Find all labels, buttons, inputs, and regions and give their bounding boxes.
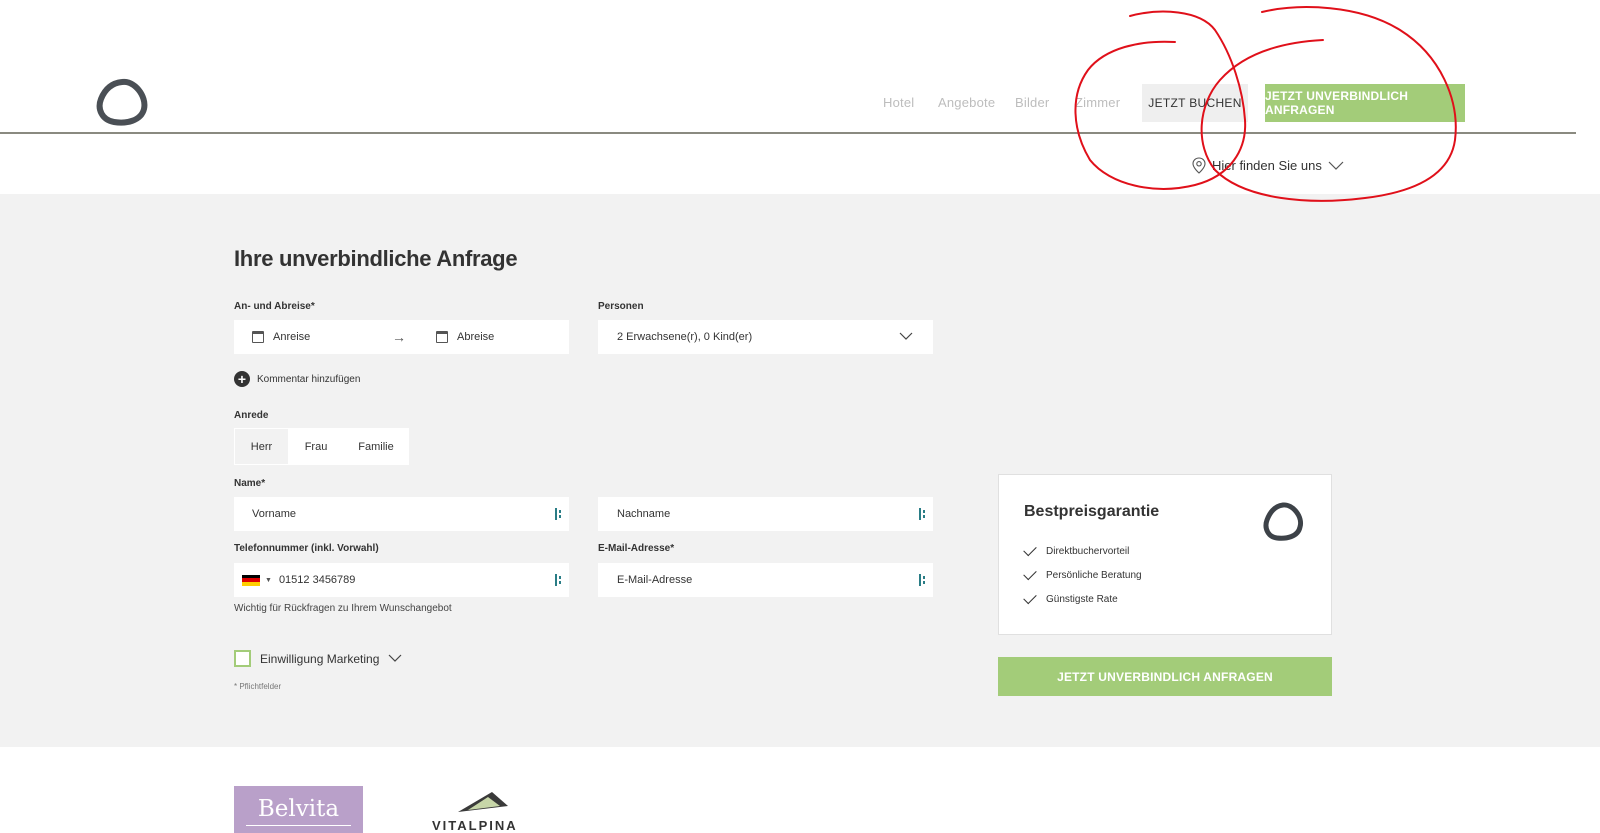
page-title: Ihre unverbindliche Anfrage <box>234 246 518 271</box>
lastname-input[interactable]: Nachname <box>617 508 670 520</box>
dates-label: An- und Abreise* <box>234 301 315 312</box>
best-price-item: Günstigste Rate <box>1046 593 1118 605</box>
add-comment-label: Kommentar hinzufügen <box>257 373 361 385</box>
check-icon <box>1023 566 1037 580</box>
list-item: Günstigste Rate <box>1023 587 1142 611</box>
consent-label: Einwilligung Marketing <box>260 651 380 666</box>
autofill-key-icon[interactable] <box>918 507 928 521</box>
vitalpina-logo-text: VITALPINA <box>432 818 518 833</box>
best-price-item: Direktbuchervorteil <box>1046 545 1130 557</box>
departure-label: Abreise <box>457 331 495 343</box>
autofill-key-icon[interactable] <box>554 507 564 521</box>
salutation-option-herr[interactable]: Herr <box>234 428 289 465</box>
submit-inquiry-button[interactable]: JETZT UNVERBINDLICH ANFRAGEN <box>998 657 1332 696</box>
name-label: Name* <box>234 478 266 489</box>
calendar-icon <box>252 331 264 343</box>
best-price-item: Persönliche Beratung <box>1046 569 1142 581</box>
firstname-input[interactable]: Vorname <box>252 508 296 520</box>
firstname-field[interactable]: Vorname <box>234 497 569 531</box>
arrival-input[interactable]: Anreise <box>273 331 310 343</box>
find-us-dropdown[interactable]: Hier finden Sie uns <box>1192 157 1344 174</box>
best-price-list: Direktbuchervorteil Persönliche Beratung… <box>1023 539 1142 611</box>
book-now-button[interactable]: JETZT BUCHEN <box>1142 84 1248 122</box>
nav-link-bilder[interactable]: Bilder <box>1015 95 1049 110</box>
inquiry-header-button[interactable]: JETZT UNVERBINDLICH ANFRAGEN <box>1265 84 1465 122</box>
hotel-logo-icon[interactable] <box>94 76 150 128</box>
consent-checkbox[interactable] <box>234 650 251 667</box>
check-icon <box>1023 542 1037 556</box>
autofill-key-icon[interactable] <box>918 573 928 587</box>
arrow-right-icon: → <box>392 329 406 345</box>
list-item: Persönliche Beratung <box>1023 563 1142 587</box>
date-range-field[interactable]: Anreise → Abreise <box>234 320 569 354</box>
hotel-logo-icon <box>1263 502 1304 541</box>
location-pin-icon <box>1192 157 1206 174</box>
marketing-consent[interactable]: Einwilligung Marketing <box>234 650 402 667</box>
check-icon <box>1023 590 1037 604</box>
phone-label: Telefonnummer (inkl. Vorwahl) <box>234 543 379 554</box>
calendar-icon <box>436 331 448 343</box>
chevron-down-icon <box>1328 161 1344 170</box>
belvita-logo-line <box>246 825 351 826</box>
best-price-box: Bestpreisgarantie Direktbuchervorteil Pe… <box>998 474 1332 635</box>
autofill-key-icon[interactable] <box>554 573 564 587</box>
nav-link-hotel[interactable]: Hotel <box>883 95 914 110</box>
list-item: Direktbuchervorteil <box>1023 539 1142 563</box>
chevron-down-icon <box>899 332 913 340</box>
required-fields-note: * Pflichtfelder <box>234 682 282 691</box>
salutation-option-familie[interactable]: Familie <box>343 428 409 465</box>
nav-link-zimmer[interactable]: Zimmer <box>1075 95 1120 110</box>
email-field[interactable]: E-Mail-Adresse <box>598 563 933 597</box>
persons-select[interactable]: 2 Erwachsene(r), 0 Kind(er) <box>598 320 933 354</box>
salutation-label: Anrede <box>234 410 269 421</box>
country-dropdown-icon[interactable]: ▼ <box>265 577 272 584</box>
persons-label: Personen <box>598 301 644 312</box>
phone-hint: Wichtig für Rückfragen zu Ihrem Wunschan… <box>234 603 452 614</box>
nav-link-angebote[interactable]: Angebote <box>938 95 995 110</box>
phone-input[interactable]: 01512 3456789 <box>279 574 355 586</box>
salutation-option-frau[interactable]: Frau <box>289 428 343 465</box>
salutation-toggle: Herr Frau Familie <box>234 428 409 465</box>
find-us-label: Hier finden Sie uns <box>1212 158 1322 173</box>
site-header: Hotel Angebote Bilder Zimmer JETZT BUCHE… <box>0 0 1600 194</box>
lastname-field[interactable]: Nachname <box>598 497 933 531</box>
email-input[interactable]: E-Mail-Adresse <box>617 574 692 586</box>
germany-flag-icon[interactable] <box>242 574 260 586</box>
phone-field[interactable]: ▼ 01512 3456789 <box>234 563 569 597</box>
header-divider <box>0 132 1576 134</box>
plus-circle-icon: + <box>234 371 250 387</box>
persons-value: 2 Erwachsene(r), 0 Kind(er) <box>617 331 753 343</box>
best-price-title: Bestpreisgarantie <box>1024 503 1160 520</box>
add-comment-link[interactable]: + Kommentar hinzufügen <box>234 371 360 387</box>
email-label: E-Mail-Adresse* <box>598 543 675 554</box>
chevron-down-icon[interactable] <box>388 654 402 663</box>
departure-input[interactable]: Abreise <box>436 331 494 343</box>
